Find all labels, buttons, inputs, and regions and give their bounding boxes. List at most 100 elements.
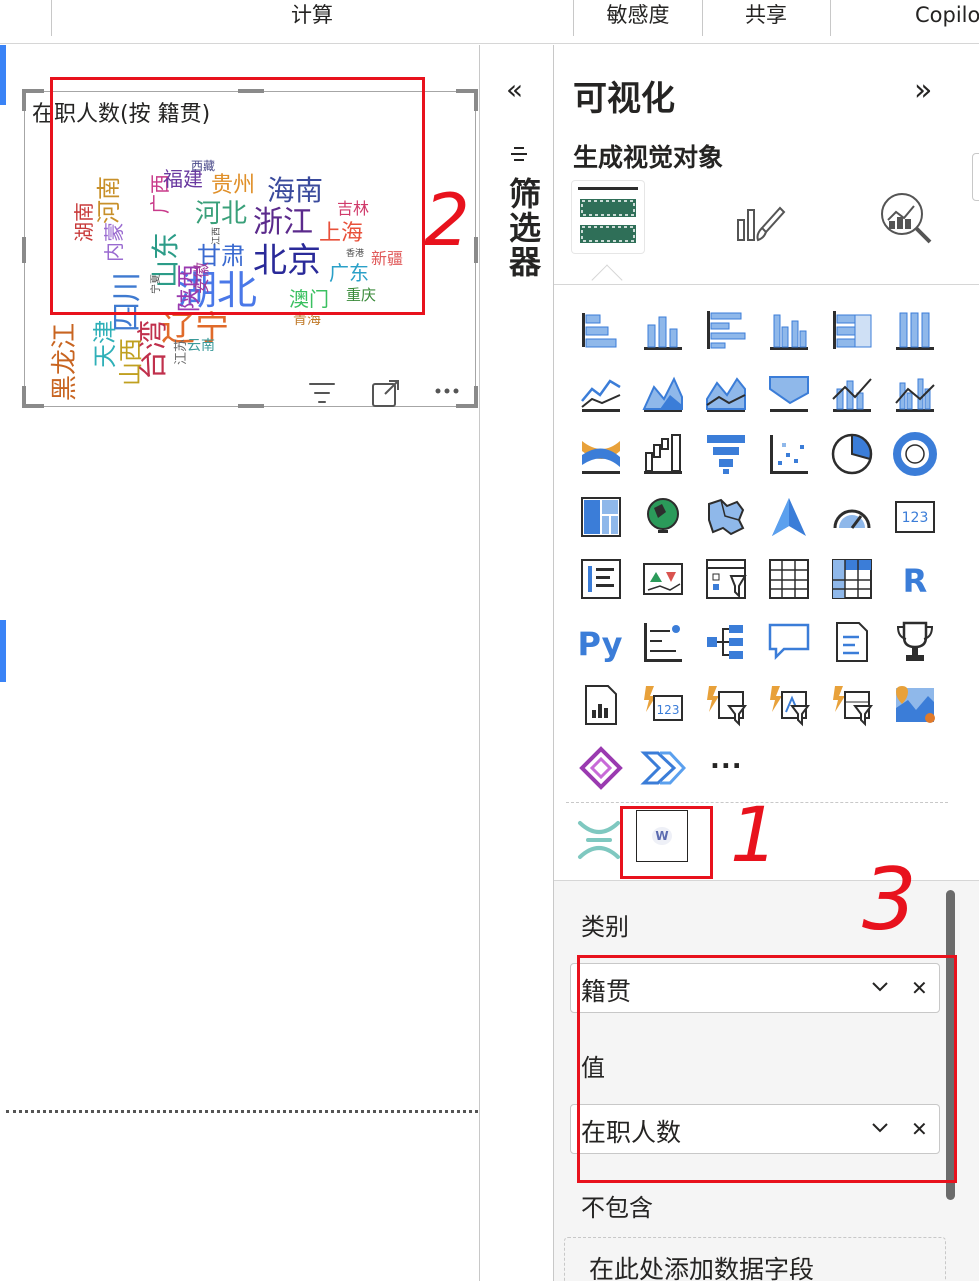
line-chart-icon[interactable] [578, 369, 624, 415]
network-visual-icon[interactable] [576, 817, 622, 863]
exclude-well-label: 不包含 [581, 1194, 653, 1222]
drop-zone-placeholder: 在此处添加数据字段 [589, 1255, 815, 1281]
area-chart-icon[interactable] [640, 369, 686, 415]
paginated-report-icon[interactable] [578, 682, 624, 728]
svg-text:R: R [903, 562, 928, 600]
smart-card-icon[interactable]: 123 [640, 682, 686, 728]
stacked-bar-icon[interactable] [578, 307, 624, 353]
resize-handle[interactable] [22, 89, 26, 111]
ribbon-sensitivity[interactable]: 敏感度 [590, 0, 686, 30]
ribbon-chart-icon[interactable] [578, 431, 624, 477]
gauge-icon[interactable] [829, 494, 875, 540]
azure-map-icon[interactable] [766, 494, 812, 540]
key-influencers-icon[interactable] [640, 619, 686, 665]
map-icon[interactable] [640, 494, 686, 540]
page-marker [0, 45, 6, 105]
ribbon-copilot[interactable]: Copilot [915, 0, 979, 30]
build-visual-heading: 生成视觉对象 [573, 143, 724, 172]
magnifier-chart-icon [881, 193, 932, 244]
line-column-icon[interactable] [829, 369, 875, 415]
double-chevron-right-icon[interactable]: » [914, 73, 932, 108]
qa-icon[interactable] [766, 619, 812, 665]
decomposition-tree-icon[interactable] [703, 619, 749, 665]
annotation-number-3: 3 [862, 850, 917, 950]
filters-pane-collapsed[interactable]: « 筛选器 [479, 45, 554, 1281]
tab-pointer [591, 264, 623, 296]
matrix-icon[interactable] [829, 556, 875, 602]
stacked-area-icon[interactable] [703, 369, 749, 415]
power-automate-icon[interactable] [640, 745, 686, 791]
wordcloud-word[interactable]: 黑龙江 [50, 323, 80, 401]
top-ribbon: 计算 敏感度 共享 Copilot [0, 0, 979, 44]
filters-label[interactable]: 筛选器 [500, 177, 546, 279]
100-stacked-bar-icon[interactable] [829, 307, 875, 353]
funnel-icon[interactable] [703, 431, 749, 477]
annotation-box-custom-visual [620, 806, 713, 879]
scatter-icon[interactable] [766, 431, 812, 477]
r-visual-icon[interactable]: R [892, 556, 938, 602]
format-visual-tab[interactable] [732, 190, 788, 246]
resize-handle[interactable] [474, 386, 478, 408]
resize-handle[interactable] [238, 404, 264, 408]
narrative-icon[interactable] [829, 619, 875, 665]
svg-text:Py: Py [578, 625, 623, 663]
ribbon-separator [573, 0, 574, 36]
kpi-icon[interactable] [640, 556, 686, 602]
100-stacked-column-icon[interactable] [892, 307, 938, 353]
smart-slicer-icon[interactable] [703, 682, 749, 728]
table-icon[interactable] [766, 556, 812, 602]
build-visual-icon [578, 187, 638, 243]
clustered-column-icon[interactable] [766, 307, 812, 353]
arcgis-map-icon[interactable] [892, 682, 938, 728]
exclude-drop-zone[interactable]: 在此处添加数据字段 [564, 1237, 946, 1281]
wordcloud-word[interactable]: 天津 [91, 320, 119, 368]
ribbon-separator [51, 0, 52, 36]
smart-narrative-icon[interactable] [766, 682, 812, 728]
ribbon-area-icon[interactable] [766, 369, 812, 415]
category-well-label: 类别 [581, 913, 629, 941]
wordcloud-word[interactable]: 江苏 [173, 339, 189, 365]
stacked-column-icon[interactable] [640, 307, 686, 353]
ribbon-separator [830, 0, 831, 36]
visual-filter-icon[interactable] [308, 380, 336, 410]
slicer-icon[interactable] [703, 556, 749, 602]
clustered-bar-icon[interactable] [703, 307, 749, 353]
pane-edge-tab[interactable] [972, 153, 979, 201]
double-chevron-left-icon[interactable]: « [506, 73, 523, 106]
pane-title: 可视化 [573, 79, 675, 119]
annotation-box-wordcloud [50, 77, 425, 315]
donut-chart-icon[interactable] [892, 431, 938, 477]
resize-handle[interactable] [474, 237, 478, 263]
annotation-number-1: 1 [730, 790, 779, 879]
resize-handle[interactable] [22, 237, 26, 263]
pie-chart-icon[interactable] [829, 431, 875, 477]
ribbon-calc[interactable]: 计算 [262, 0, 362, 30]
annotation-box-fields [577, 955, 957, 1183]
more-options-icon[interactable] [434, 381, 462, 411]
smart-table-icon[interactable] [829, 682, 875, 728]
build-visual-tab[interactable] [572, 181, 644, 253]
filled-map-icon[interactable] [703, 494, 749, 540]
filter-lines-icon [510, 145, 528, 167]
page-marker [0, 620, 6, 682]
more-visuals-button[interactable]: ... [710, 745, 743, 775]
python-visual-icon[interactable]: Py [578, 619, 624, 665]
focus-mode-icon[interactable] [371, 378, 401, 408]
page-boundary-line [6, 1110, 478, 1113]
card-icon[interactable]: 123 [892, 494, 938, 540]
multi-row-card-icon[interactable] [578, 556, 624, 602]
treemap-icon[interactable] [578, 494, 624, 540]
svg-text:123: 123 [657, 703, 680, 717]
ribbon-share[interactable]: 共享 [720, 0, 812, 30]
analytics-tab[interactable] [876, 188, 936, 248]
separator [554, 284, 979, 285]
ribbon-separator [702, 0, 703, 36]
resize-handle[interactable] [474, 89, 478, 111]
wordcloud-word[interactable]: 云南 [187, 338, 215, 354]
resize-handle[interactable] [22, 386, 26, 408]
power-apps-icon[interactable] [578, 745, 624, 791]
waterfall-icon[interactable] [640, 431, 686, 477]
line-clustered-column-icon[interactable] [892, 369, 938, 415]
wordcloud-word[interactable]: 山西 [117, 338, 145, 386]
goals-icon[interactable] [892, 619, 938, 665]
